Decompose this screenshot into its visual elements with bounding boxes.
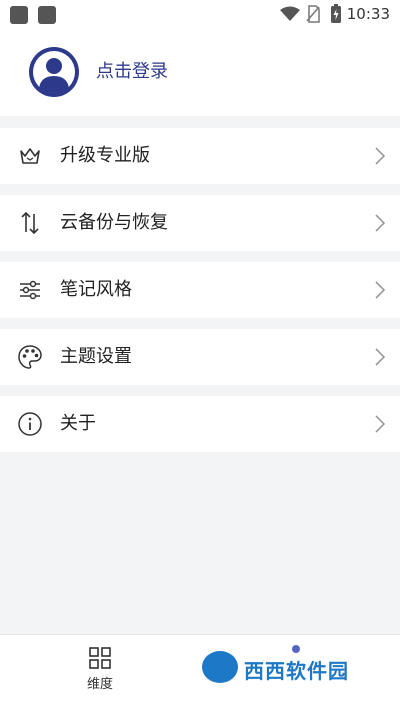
tab-label: 维度	[86, 677, 113, 692]
status-time: 10:33	[346, 5, 390, 23]
sliders-icon	[20, 280, 40, 300]
menu-item-label: 关于	[60, 413, 96, 434]
login-link[interactable]: 点击登录	[96, 60, 168, 84]
watermark-logo-icon	[202, 651, 238, 683]
menu-item-theme[interactable]: 主题设置	[0, 329, 400, 385]
chevron-right-icon	[375, 147, 386, 165]
grid-icon	[89, 647, 111, 669]
info-icon	[18, 412, 42, 436]
watermark: 西西软件园	[202, 649, 382, 689]
tab-dimension[interactable]: 维度	[60, 643, 140, 697]
wifi-icon	[280, 6, 300, 21]
notification-icon	[10, 6, 28, 24]
watermark-text: 西西软件园	[244, 659, 349, 683]
status-bar: 10:33	[0, 0, 400, 28]
menu-item-upgrade[interactable]: 升级专业版	[0, 128, 400, 184]
crown-icon	[20, 148, 40, 164]
chevron-right-icon	[375, 415, 386, 433]
menu-item-cloud-backup[interactable]: 云备份与恢复	[0, 195, 400, 251]
notification-icon	[38, 6, 56, 24]
chevron-right-icon	[375, 214, 386, 232]
no-sim-icon	[306, 5, 320, 23]
menu-item-label: 主题设置	[60, 346, 132, 367]
battery-charging-icon	[331, 4, 341, 23]
palette-icon	[18, 345, 42, 369]
profile-header[interactable]: 点击登录	[0, 28, 400, 116]
menu-item-label: 笔记风格	[60, 279, 132, 300]
avatar-icon	[29, 47, 79, 97]
chevron-right-icon	[375, 348, 386, 366]
chevron-right-icon	[375, 281, 386, 299]
sync-arrows-icon	[21, 211, 39, 235]
bottom-nav: 维度 西西软件园	[0, 634, 400, 701]
menu-item-note-style[interactable]: 笔记风格	[0, 262, 400, 318]
menu-item-about[interactable]: 关于	[0, 396, 400, 452]
menu-item-label: 升级专业版	[60, 145, 150, 166]
menu-item-label: 云备份与恢复	[60, 212, 168, 233]
